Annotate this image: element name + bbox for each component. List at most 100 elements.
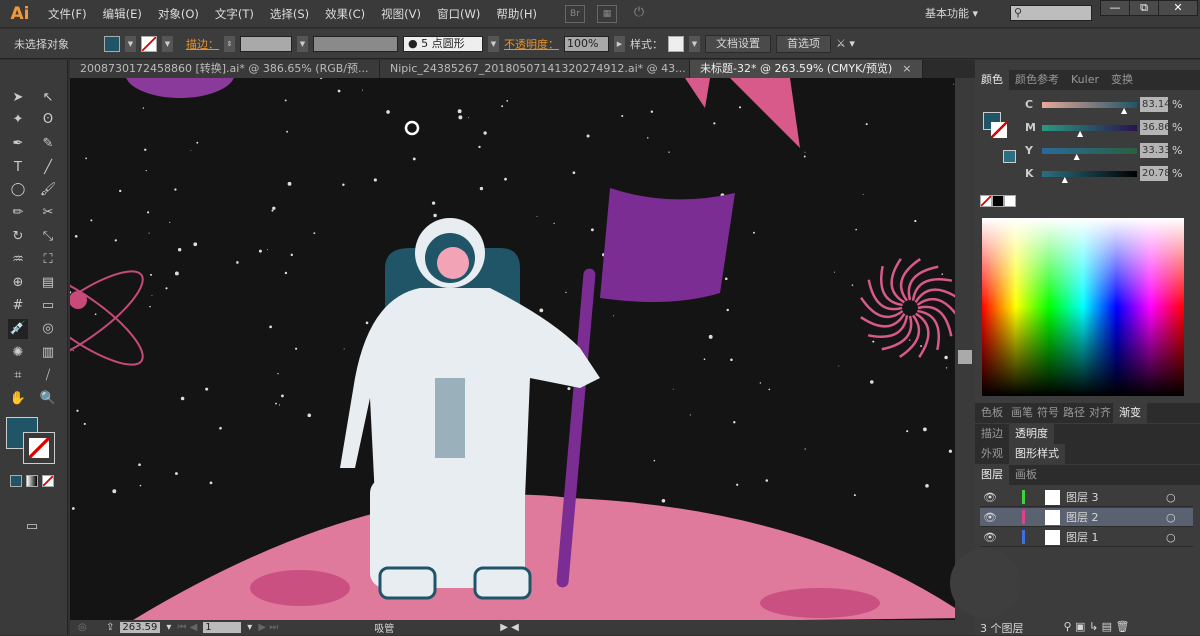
zoom-input[interactable]: 263.59 xyxy=(120,622,161,633)
artboard-tool-icon[interactable]: ⌗ xyxy=(8,366,28,386)
stroke-color-box[interactable] xyxy=(23,432,55,464)
pen-tool-icon[interactable]: ✒ xyxy=(8,134,28,154)
layer-name[interactable]: 图层 2 xyxy=(1066,509,1166,525)
current-tool-status[interactable]: 吸管 xyxy=(374,620,394,635)
graph-tool-icon[interactable]: ▥ xyxy=(38,343,58,363)
layer-actions[interactable]: ⚲ ▣ ↳ ▤ 🗑 xyxy=(1064,620,1130,636)
selection-tool-icon[interactable]: ➤ xyxy=(8,88,28,108)
scissors-icon[interactable]: ✂ xyxy=(38,203,58,223)
visibility-eye-icon[interactable]: 👁 xyxy=(980,491,1000,504)
visibility-eye-icon[interactable]: 👁 xyxy=(980,531,1000,544)
menu-type[interactable]: 文字(T) xyxy=(207,6,262,22)
graphic-style-swatch[interactable] xyxy=(668,35,684,52)
close-button[interactable]: ✕ xyxy=(1158,0,1198,16)
target-circle-icon[interactable]: ○ xyxy=(1166,511,1176,524)
eyedropper-icon[interactable]: 💉 xyxy=(8,319,28,339)
stroke-swatch[interactable] xyxy=(141,35,157,52)
line-tool-icon[interactable]: ╱ xyxy=(38,158,58,178)
target-circle-icon[interactable]: ○ xyxy=(1166,491,1176,504)
vertical-scrollbar[interactable] xyxy=(955,78,975,620)
search-input[interactable]: ⚲ xyxy=(1010,5,1092,21)
first-page-button[interactable]: ⏮ ◀ xyxy=(177,622,197,633)
slider-handle[interactable]: ▲ xyxy=(1062,175,1068,184)
minimize-button[interactable]: — xyxy=(1100,0,1130,16)
symbol-sprayer-icon[interactable]: ✺ xyxy=(8,343,28,363)
layer-name[interactable]: 图层 3 xyxy=(1066,489,1166,505)
tab-stroke[interactable]: 描边 xyxy=(975,424,1009,444)
layer-row[interactable]: 👁 图层 2 ○ xyxy=(980,508,1193,527)
tab-transform[interactable]: 变换 xyxy=(1105,70,1139,90)
menu-help[interactable]: 帮助(H) xyxy=(488,6,545,22)
hand-tool-icon[interactable]: ✋ xyxy=(8,389,28,409)
gradient-tool-icon[interactable]: ▭ xyxy=(38,296,58,316)
pencil-icon[interactable]: ✏ xyxy=(8,203,28,223)
stroke-dropdown[interactable]: ▼ xyxy=(162,35,173,52)
slider-handle[interactable]: ▲ xyxy=(1121,106,1127,115)
menu-window[interactable]: 窗口(W) xyxy=(429,6,488,22)
tab-brushes[interactable]: 画笔 xyxy=(1009,403,1035,423)
tab-document-1[interactable]: 20087301724588​60 [转换].ai* @ 386.65% (RG… xyxy=(70,60,388,78)
gpu-performance-icon[interactable]: ⏻ xyxy=(629,5,649,23)
ellipse-tool-icon[interactable]: ◯ xyxy=(8,180,28,200)
layer-row[interactable]: 👁 图层 1 ○ xyxy=(980,528,1193,547)
mesh-icon[interactable]: # xyxy=(8,296,28,316)
slider-handle[interactable]: ▲ xyxy=(1077,129,1083,138)
menu-effect[interactable]: 效果(C) xyxy=(317,6,373,22)
isolate-icon[interactable]: ⚔ ▾ xyxy=(836,37,855,50)
variable-width-profile[interactable] xyxy=(313,35,398,52)
tab-kuler[interactable]: Kuler xyxy=(1065,70,1105,90)
menu-file[interactable]: 文件(F) xyxy=(40,6,95,22)
zoom-tool-icon[interactable]: 🔍 xyxy=(38,389,58,409)
tab-document-2[interactable]: Nipic_24385267_20180507141320274912.ai* … xyxy=(380,60,690,78)
tab-pathfinder[interactable]: 路径 xyxy=(1061,403,1087,423)
style-dropdown[interactable]: ▼ xyxy=(689,35,700,52)
magic-wand-icon[interactable]: ✦ xyxy=(8,110,28,130)
stroke-label[interactable]: 描边： xyxy=(186,36,219,52)
tab-transparency[interactable]: 透明度 xyxy=(1009,424,1054,444)
opacity-input[interactable]: 100% xyxy=(564,35,609,52)
tab-appearance[interactable]: 外观 xyxy=(975,444,1009,464)
panel-stroke-box[interactable] xyxy=(991,122,1007,138)
visibility-eye-icon[interactable]: 👁 xyxy=(980,511,1000,524)
menu-select[interactable]: 选择(S) xyxy=(262,6,317,22)
menu-object[interactable]: 对象(O) xyxy=(150,6,207,22)
channel-slider-C[interactable]: ▲ xyxy=(1042,102,1137,115)
artboard-canvas[interactable] xyxy=(70,78,955,620)
tab-align[interactable]: 对齐 xyxy=(1087,403,1113,423)
zoom-dropdown[interactable]: ▾ xyxy=(166,622,171,633)
out-of-gamut-swatch[interactable] xyxy=(1003,150,1016,163)
fill-swatch[interactable] xyxy=(104,35,120,52)
menu-edit[interactable]: 编辑(E) xyxy=(95,6,150,22)
curvature-icon[interactable]: ✎ xyxy=(38,134,58,154)
channel-slider-Y[interactable]: ▲ xyxy=(1042,148,1137,161)
blend-icon[interactable]: ◎ xyxy=(38,319,58,339)
slice-icon[interactable]: ⧸ xyxy=(38,366,58,386)
artboard-dropdown[interactable]: ▾ xyxy=(247,622,252,633)
stroke-weight-stepper[interactable]: ⇕ xyxy=(224,35,235,52)
opacity-label[interactable]: 不透明度： xyxy=(504,36,559,52)
none-black-white-swatches[interactable] xyxy=(980,195,1016,207)
share-icon[interactable]: ⇪ xyxy=(106,622,114,633)
tab-swatches[interactable]: 色板 xyxy=(975,403,1009,423)
tab-graphic-styles[interactable]: 图形样式 xyxy=(1009,444,1065,464)
perspective-icon[interactable]: ▤ xyxy=(38,273,58,293)
brush-definition[interactable]: ● 5 点圆形 xyxy=(403,35,483,52)
direct-selection-tool-icon[interactable]: ↖ xyxy=(38,88,58,108)
preferences-button[interactable]: 首选项 xyxy=(776,34,831,53)
channel-value-Y[interactable]: 33.33 xyxy=(1140,143,1171,158)
brush-dropdown[interactable]: ▼ xyxy=(488,35,499,52)
stroke-weight-input[interactable] xyxy=(240,35,292,52)
bridge-button[interactable]: Br xyxy=(564,4,585,23)
tab-color[interactable]: 颜色 xyxy=(975,70,1009,90)
tab-layers[interactable]: 图层 xyxy=(975,465,1009,485)
tab-gradient[interactable]: 渐变 xyxy=(1113,403,1147,423)
paintbrush-icon[interactable]: 🖌 xyxy=(38,180,58,200)
scroll-thumb[interactable] xyxy=(958,350,972,364)
free-transform-icon[interactable]: ⛶ xyxy=(38,250,58,270)
gpu-icon[interactable]: ◎ xyxy=(78,622,100,633)
scale-icon[interactable]: ⤡ xyxy=(38,227,58,247)
layer-name[interactable]: 图层 1 xyxy=(1066,529,1166,545)
lasso-icon[interactable]: ʘ xyxy=(38,110,58,130)
color-mode-buttons[interactable] xyxy=(10,475,60,487)
target-circle-icon[interactable]: ○ xyxy=(1166,531,1176,544)
